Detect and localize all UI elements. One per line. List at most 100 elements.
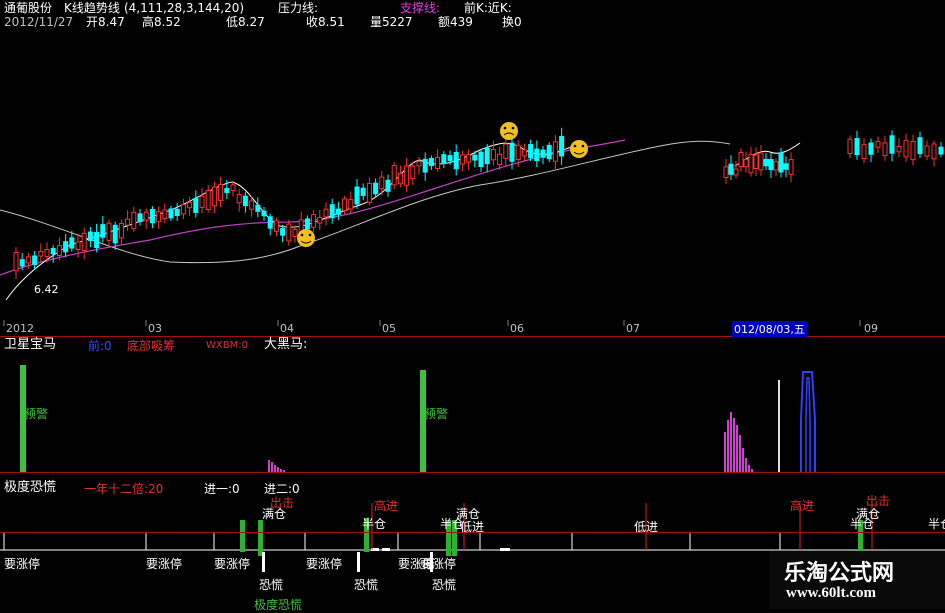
candle-body (131, 211, 137, 230)
candle-body (410, 165, 416, 179)
fear-label: 极度恐慌 (254, 598, 303, 612)
candle-body (118, 222, 124, 239)
candle-body (63, 241, 69, 253)
candle-body (168, 208, 174, 219)
candle-body (100, 224, 106, 238)
panel3-white-markers (262, 548, 510, 572)
candle-body (292, 228, 298, 237)
white-signal-bar (778, 380, 780, 472)
candle-body (903, 140, 909, 158)
candle-body (509, 142, 515, 162)
candle-body (404, 165, 410, 186)
smiley-icon (570, 140, 588, 158)
fear-label: 恐慌 (354, 578, 379, 592)
candle-body (236, 194, 242, 204)
candle-body (397, 173, 403, 185)
candle-body (273, 220, 279, 232)
axis-month: 06 (510, 322, 524, 335)
candle-body (69, 237, 75, 249)
axis-month: 09 (864, 322, 878, 335)
panel3-field: 一年十二倍:20 (84, 482, 164, 496)
panel2-title: 卫星宝马 (4, 337, 57, 352)
watermark-url: www.60lt.com (786, 585, 876, 601)
candle-body (896, 145, 902, 153)
candle-body (938, 146, 944, 155)
warning-label: 预警 (424, 407, 449, 421)
candles-main[interactable] (13, 127, 565, 280)
candles-right[interactable] (723, 130, 944, 184)
candle-body (428, 158, 434, 167)
candle-body (534, 148, 540, 162)
candle-body (286, 223, 292, 242)
candle-body (484, 147, 490, 165)
candle-body (162, 209, 168, 220)
smiley-icon (500, 122, 518, 140)
candle-body (778, 152, 784, 173)
candle-body (342, 198, 348, 212)
signal-label: 高进 (790, 499, 815, 513)
limit-up-label: 要涨停 (146, 557, 183, 571)
axis-month: 2012 (6, 322, 34, 335)
candle-body (910, 140, 916, 161)
candle-body (230, 184, 236, 192)
candle-body (335, 208, 341, 215)
candle-body (385, 179, 391, 192)
candle-body (304, 218, 310, 230)
candle-body (889, 135, 895, 154)
candle-body (187, 202, 193, 209)
candle-body (552, 141, 558, 162)
axis-month: 04 (280, 322, 294, 335)
candle-body (768, 159, 774, 171)
candle-body (329, 204, 335, 219)
signal-label: 低进 (460, 520, 485, 534)
candle-body (868, 142, 874, 155)
candle-body (490, 148, 496, 161)
candle-body (360, 187, 366, 196)
candle-body (763, 158, 769, 167)
blue-bar-outline (800, 371, 816, 472)
candle-body (249, 200, 255, 210)
candle-body (917, 137, 923, 155)
candle-body (311, 214, 317, 228)
candle-body (723, 166, 729, 178)
candle-body (149, 208, 155, 224)
candle-body (87, 231, 93, 241)
panel2-field: 底部吸筹 (127, 339, 176, 353)
candle-body (459, 154, 465, 165)
candle-body (447, 155, 453, 162)
panel3-field: 进一:0 (204, 482, 240, 496)
candle-body (515, 144, 521, 160)
signal-label: 满仓 (262, 507, 287, 521)
candle-body (218, 184, 224, 201)
signal-label: 低进 (634, 520, 659, 534)
candle-body (205, 189, 211, 210)
candle-body (783, 163, 789, 170)
fear-label: 恐慌 (259, 578, 284, 592)
candle-body (267, 216, 273, 229)
panel-separator (0, 472, 945, 473)
candle-body (416, 161, 422, 167)
candle-body (435, 156, 441, 170)
candle-body (453, 151, 459, 170)
candle-body (466, 154, 472, 163)
candle-body (773, 161, 779, 171)
candle-body (379, 176, 385, 190)
smiley-icon (297, 229, 315, 247)
watermark-title: 乐淘公式网 (784, 561, 895, 586)
candle-body (32, 255, 38, 266)
candle-body (261, 210, 267, 217)
signal-label: 半仓 (850, 517, 875, 531)
candle-body (38, 251, 44, 257)
fear-label: 恐慌 (432, 578, 457, 592)
limit-up-label: 要涨停 (420, 557, 457, 571)
candle-body (106, 222, 112, 241)
candle-body (174, 208, 180, 217)
candle-body (521, 149, 527, 157)
price-label: 6.42 (34, 283, 59, 296)
candle-body (540, 149, 546, 158)
candle-body (211, 186, 217, 207)
candle-body (861, 144, 867, 160)
candle-body (137, 213, 143, 223)
candle-body (199, 195, 205, 208)
candle-body (373, 182, 379, 195)
